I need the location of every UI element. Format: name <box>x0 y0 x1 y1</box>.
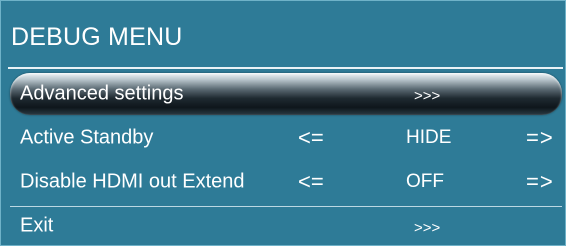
menu-item-exit[interactable]: Exit >>> <box>10 206 562 246</box>
menu-item-label: Active Standby <box>20 126 154 149</box>
debug-menu: DEBUG MENU Advanced settings >>> Active … <box>0 0 566 246</box>
submenu-arrow-icon: >>> <box>414 219 441 237</box>
menu-item-advanced-settings[interactable]: Advanced settings >>> <box>10 73 562 115</box>
menu-item-label: Advanced settings <box>20 82 184 105</box>
submenu-arrow-icon: >>> <box>414 87 441 105</box>
right-arrow-icon[interactable]: => <box>526 169 554 195</box>
right-arrow-icon[interactable]: => <box>526 125 554 151</box>
menu-item-active-standby[interactable]: Active Standby <= HIDE => <box>10 118 562 158</box>
option-value: HIDE <box>406 127 452 148</box>
left-arrow-icon[interactable]: <= <box>298 169 324 195</box>
menu-title: DEBUG MENU <box>11 23 183 51</box>
menu-item-label: Disable HDMI out Extend <box>20 170 245 193</box>
menu-item-label: Exit <box>20 214 54 237</box>
left-arrow-icon[interactable]: <= <box>298 125 324 151</box>
title-divider <box>8 67 563 69</box>
menu-item-disable-hdmi-out-extend[interactable]: Disable HDMI out Extend <= OFF => <box>10 162 562 202</box>
option-value: OFF <box>406 171 444 192</box>
